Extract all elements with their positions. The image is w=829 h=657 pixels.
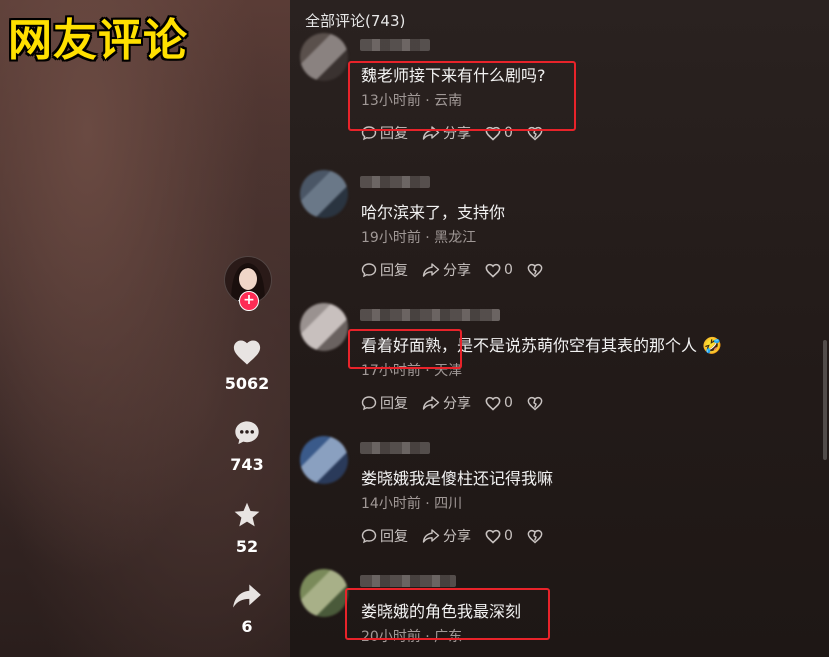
comment-meta: 19小时前 · 黑龙江 [361, 230, 477, 246]
comment-count: 743 [230, 455, 264, 474]
comment-like-count: 0 [504, 528, 513, 544]
like-comment-button[interactable]: 0 [485, 395, 513, 411]
share-action[interactable]: 6 [216, 583, 278, 636]
reply-label: 回复 [380, 529, 408, 545]
highlight-box [348, 61, 576, 131]
comment-actions: 回复 分享 0 [361, 393, 560, 413]
highlight-box [345, 588, 550, 640]
comment-item: 魏老师接下来有什么剧吗? 13小时前 · 云南 回复 分享 0 [300, 33, 800, 153]
share-comment-button[interactable]: 分享 [422, 260, 471, 280]
dislike-comment-button[interactable] [527, 263, 546, 278]
watermark-title: 网友评论 [8, 15, 188, 66]
broken-heart-icon [527, 263, 543, 278]
like-comment-button[interactable]: 0 [485, 262, 513, 278]
reply-button[interactable]: 回复 [361, 526, 408, 546]
reply-bubble-icon [361, 263, 377, 278]
share-count: 6 [241, 617, 253, 636]
like-action[interactable]: 5062 [216, 338, 278, 393]
share-arrow-icon [422, 529, 440, 543]
reply-label: 回复 [380, 396, 408, 412]
reply-bubble-icon [361, 529, 377, 544]
reply-label: 回复 [380, 263, 408, 279]
highlight-box [348, 329, 462, 369]
commenter-name-blurred[interactable] [360, 176, 430, 188]
commenter-avatar[interactable] [300, 303, 348, 351]
comment-text: 哈尔滨来了，支持你 [361, 203, 506, 222]
follow-button[interactable]: + [239, 291, 259, 311]
dislike-comment-button[interactable] [527, 529, 546, 544]
share-arrow-icon [422, 263, 440, 277]
share-label: 分享 [443, 396, 471, 412]
share-arrow-icon[interactable] [232, 583, 262, 609]
share-comment-button[interactable]: 分享 [422, 393, 471, 413]
author-avatar-container[interactable]: + [224, 256, 272, 311]
comment-item: 看着好面熟，是不是说苏萌你空有其表的那个人 🤣 17小时前 · 天津 回复 分享… [300, 303, 800, 423]
heart-outline-icon [485, 529, 501, 544]
favorite-action[interactable]: 52 [216, 501, 278, 556]
dislike-comment-button[interactable] [527, 396, 546, 411]
comment-like-count: 0 [504, 395, 513, 411]
comment-item: 娄晓娥我是傻柱还记得我嘛 14小时前 · 四川 回复 分享 0 [300, 436, 800, 556]
commenter-name-blurred[interactable] [360, 309, 500, 321]
comment-text: 娄晓娥我是傻柱还记得我嘛 [361, 469, 554, 488]
comment-action[interactable]: 743 [216, 419, 278, 474]
comment-actions: 回复 分享 0 [361, 526, 560, 546]
commenter-avatar[interactable] [300, 170, 348, 218]
reply-bubble-icon [361, 396, 377, 411]
star-icon[interactable] [233, 501, 261, 529]
commenter-avatar[interactable] [300, 569, 348, 617]
reply-button[interactable]: 回复 [361, 393, 408, 413]
share-comment-button[interactable]: 分享 [422, 526, 471, 546]
commenter-avatar[interactable] [300, 436, 348, 484]
laughing-emoji-icon: 🤣 [702, 336, 723, 355]
commenter-avatar[interactable] [300, 33, 348, 81]
broken-heart-icon [527, 396, 543, 411]
video-background [0, 0, 290, 657]
comments-scrollbar[interactable] [823, 340, 827, 460]
commenter-name-blurred[interactable] [360, 575, 456, 587]
heart-icon[interactable] [232, 338, 262, 366]
comment-bubble-icon[interactable] [233, 419, 261, 447]
broken-heart-icon [527, 529, 543, 544]
comment-item: 娄晓娥的角色我最深刻 20小时前 · 广东 [300, 569, 800, 657]
comment-actions: 回复 分享 0 [361, 260, 560, 280]
share-label: 分享 [443, 263, 471, 279]
commenter-name-blurred[interactable] [360, 442, 430, 454]
heart-outline-icon [485, 263, 501, 278]
share-arrow-icon [422, 396, 440, 410]
heart-outline-icon [485, 396, 501, 411]
like-comment-button[interactable]: 0 [485, 528, 513, 544]
comment-meta: 14小时前 · 四川 [361, 496, 463, 512]
reply-button[interactable]: 回复 [361, 260, 408, 280]
comment-like-count: 0 [504, 262, 513, 278]
favorite-count: 52 [235, 537, 259, 556]
comment-item: 哈尔滨来了，支持你 19小时前 · 黑龙江 回复 分享 0 [300, 170, 800, 290]
comments-header: 全部评论(743) [305, 12, 406, 30]
share-label: 分享 [443, 529, 471, 545]
commenter-name-blurred[interactable] [360, 39, 430, 51]
like-count: 5062 [224, 374, 270, 393]
